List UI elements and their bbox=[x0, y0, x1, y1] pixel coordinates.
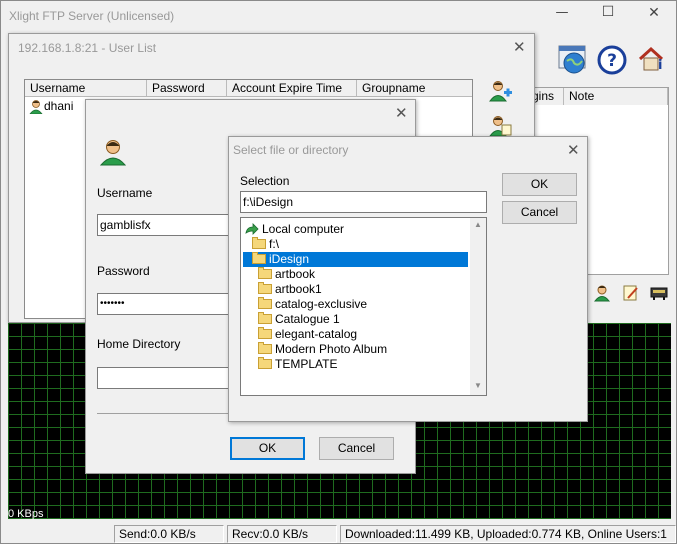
column-header-password[interactable]: Password bbox=[147, 80, 227, 97]
status-summary: Downloaded:11.499 KB, Uploaded:0.774 KB,… bbox=[340, 525, 676, 543]
scroll-up-arrow-icon[interactable]: ▲ bbox=[470, 220, 486, 232]
tree-item-local-computer[interactable]: Local computer bbox=[245, 222, 344, 237]
tree-scrollbar[interactable]: ▲ ▼ bbox=[470, 218, 486, 395]
user-list-header-row: Username Password Account Expire Time Gr… bbox=[25, 80, 472, 97]
folder-icon bbox=[258, 327, 272, 339]
status-recv: Recv:0.0 KB/s bbox=[227, 525, 337, 543]
user-avatar-icon bbox=[100, 140, 126, 166]
select-directory-title: Select file or directory bbox=[233, 143, 349, 157]
user-list-close-button[interactable]: ✕ bbox=[513, 40, 526, 55]
select-directory-dialog: Select file or directory ✕ Selection f:\… bbox=[228, 136, 588, 422]
divider bbox=[97, 413, 237, 414]
column-header-expire[interactable]: Account Expire Time bbox=[227, 80, 357, 97]
maximize-button[interactable]: ☐ bbox=[595, 4, 621, 20]
folder-icon bbox=[258, 267, 272, 279]
tree-item-idesign[interactable]: iDesign bbox=[243, 252, 468, 267]
minimize-button[interactable]: — bbox=[549, 5, 575, 20]
username-label: Username bbox=[97, 186, 153, 200]
tree-item-template[interactable]: TEMPLATE bbox=[258, 357, 337, 372]
tree-item-modern-photo-album[interactable]: Modern Photo Album bbox=[258, 342, 387, 357]
selection-label: Selection bbox=[240, 174, 290, 188]
folder-icon bbox=[258, 297, 272, 309]
directory-tree-items: Local computer f:\ iDesign artbook artbo… bbox=[243, 220, 468, 392]
web-admin-icon[interactable] bbox=[558, 45, 588, 75]
folder-open-icon bbox=[252, 252, 266, 264]
user-ok-button[interactable]: OK bbox=[230, 437, 305, 460]
column-header-groupname[interactable]: Groupname bbox=[357, 80, 472, 97]
password-input[interactable]: ••••••• bbox=[97, 293, 237, 315]
select-directory-close-button[interactable]: ✕ bbox=[567, 143, 580, 158]
svg-text:?: ? bbox=[607, 51, 617, 71]
tree-item-drive-f[interactable]: f:\ bbox=[252, 237, 279, 252]
edit-note-icon[interactable] bbox=[622, 284, 640, 302]
edit-user-icon[interactable] bbox=[489, 114, 513, 138]
main-window-title: Xlight FTP Server (Unlicensed) bbox=[9, 9, 175, 23]
arrow-icon bbox=[245, 223, 259, 235]
column-header-note[interactable]: Note bbox=[564, 88, 668, 105]
user-list-title: 192.168.1.8:21 - User List bbox=[18, 41, 157, 55]
username-input[interactable]: gamblisfx bbox=[97, 214, 237, 236]
folder-open-icon bbox=[252, 237, 266, 249]
column-header-username[interactable]: Username bbox=[25, 80, 147, 97]
status-send: Send:0.0 KB/s bbox=[114, 525, 224, 543]
tree-item-catalogue-1[interactable]: Catalogue 1 bbox=[258, 312, 340, 327]
tree-item-artbook[interactable]: artbook bbox=[258, 267, 315, 282]
close-button[interactable]: ✕ bbox=[641, 5, 667, 21]
user-cancel-button[interactable]: Cancel bbox=[319, 437, 394, 460]
scroll-down-arrow-icon[interactable]: ▼ bbox=[470, 381, 486, 393]
password-label: Password bbox=[97, 264, 150, 278]
select-ok-button[interactable]: OK bbox=[502, 173, 577, 196]
user-row-username: dhani bbox=[44, 99, 74, 113]
folder-icon bbox=[258, 282, 272, 294]
help-icon[interactable]: ? bbox=[597, 45, 627, 75]
user-icon[interactable] bbox=[593, 284, 611, 302]
svg-text:i: i bbox=[658, 58, 662, 73]
user-edit-close-button[interactable]: ✕ bbox=[395, 106, 408, 121]
folder-icon bbox=[258, 342, 272, 354]
folder-icon bbox=[258, 312, 272, 324]
directory-tree[interactable]: Local computer f:\ iDesign artbook artbo… bbox=[240, 217, 487, 396]
select-cancel-button[interactable]: Cancel bbox=[502, 201, 577, 224]
tree-item-artbook1[interactable]: artbook1 bbox=[258, 282, 322, 297]
folder-icon bbox=[258, 357, 272, 369]
selection-input[interactable]: f:\iDesign bbox=[240, 191, 487, 213]
home-directory-label: Home Directory bbox=[97, 337, 181, 351]
home-directory-input[interactable] bbox=[97, 367, 237, 389]
speed-label: 0 KBps bbox=[8, 508, 44, 520]
add-user-icon[interactable] bbox=[489, 79, 513, 103]
about-house-icon[interactable]: i bbox=[637, 45, 667, 75]
user-icon bbox=[29, 100, 43, 114]
card-reader-icon[interactable] bbox=[649, 285, 669, 301]
tree-item-catalog-exclusive[interactable]: catalog-exclusive bbox=[258, 297, 367, 312]
tree-item-elegant-catalog[interactable]: elegant-catalog bbox=[258, 327, 357, 342]
